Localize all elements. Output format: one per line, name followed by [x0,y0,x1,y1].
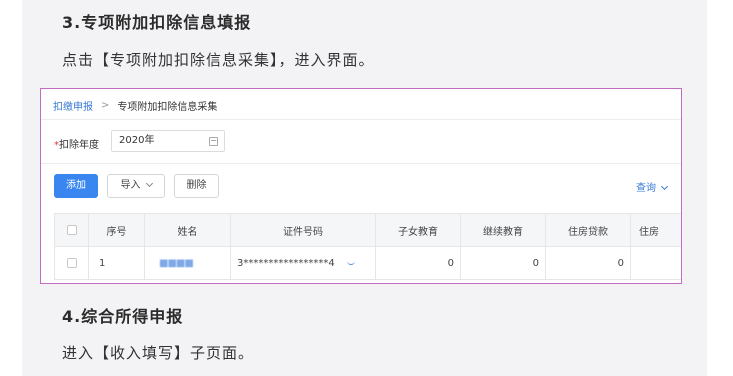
column-header[interactable]: 序号 [88,213,145,247]
row-select-cell [54,246,89,280]
table-row[interactable]: 1 ■■■■ 3*****************4 0 0 0 [54,246,681,280]
column-header[interactable]: 继续教育 [460,213,546,247]
breadcrumb: 扣缴申报 > 专项附加扣除信息采集 [53,98,217,113]
id-cell: 3*****************4 [230,246,376,280]
deduction-year-picker[interactable]: 2020年 [111,130,225,152]
row-checkbox[interactable] [66,257,77,268]
column-header[interactable]: 证件号码 [230,213,376,247]
column-header[interactable]: 住房贷款 [545,213,631,247]
embedded-screenshot: 扣缴申报 > 专项附加扣除信息采集 *扣除年度 2020年 添加 导入 删除 查… [40,88,682,284]
housing-loan-cell: 0 [545,246,631,280]
breadcrumb-parent-link[interactable]: 扣缴申报 [53,98,93,113]
column-header[interactable]: 住房 [630,213,681,247]
import-dropdown-button[interactable]: 导入 [107,174,165,198]
housing-rent-cell [630,246,681,280]
breadcrumb-separator: > [101,100,110,111]
id-number: 3*****************4 [237,257,335,269]
column-header[interactable]: 子女教育 [375,213,461,247]
show-id-icon[interactable] [346,261,355,265]
child-education-cell: 0 [375,246,461,280]
divider [41,163,681,164]
name-cell: ■■■■ [144,246,231,280]
calendar-icon [209,137,218,146]
delete-button[interactable]: 删除 [174,174,219,198]
deduction-year-value: 2020年 [119,135,155,146]
seq-cell: 1 [88,246,145,280]
column-header[interactable]: 姓名 [144,213,231,247]
name-link[interactable]: ■■■■ [159,258,194,269]
deduction-year-label: *扣除年度 [54,140,99,151]
select-all-checkbox[interactable] [66,224,77,235]
divider [41,119,681,120]
section-heading-4: 4.综合所得申报 [62,307,184,326]
chevron-down-icon [145,179,153,188]
section-heading-3: 3.专项附加扣除信息填报 [62,13,252,32]
instruction-paragraph-1: 点击【专项附加扣除信息采集】，进入界面。 [62,51,375,69]
breadcrumb-current: 专项附加扣除信息采集 [117,102,218,113]
table-header-row: 序号 姓名 证件号码 子女教育 继续教育 住房贷款 住房 [54,213,681,247]
continuing-education-cell: 0 [460,246,546,280]
query-toggle[interactable]: 查询 [636,179,669,194]
deduction-table: 序号 姓名 证件号码 子女教育 继续教育 住房贷款 住房 1 ■■■■ 3***… [54,213,681,280]
instruction-paragraph-2: 进入【收入填写】子页面。 [62,344,255,362]
chevron-down-icon [660,182,669,191]
add-button[interactable]: 添加 [54,174,98,198]
select-all-cell [54,213,89,247]
